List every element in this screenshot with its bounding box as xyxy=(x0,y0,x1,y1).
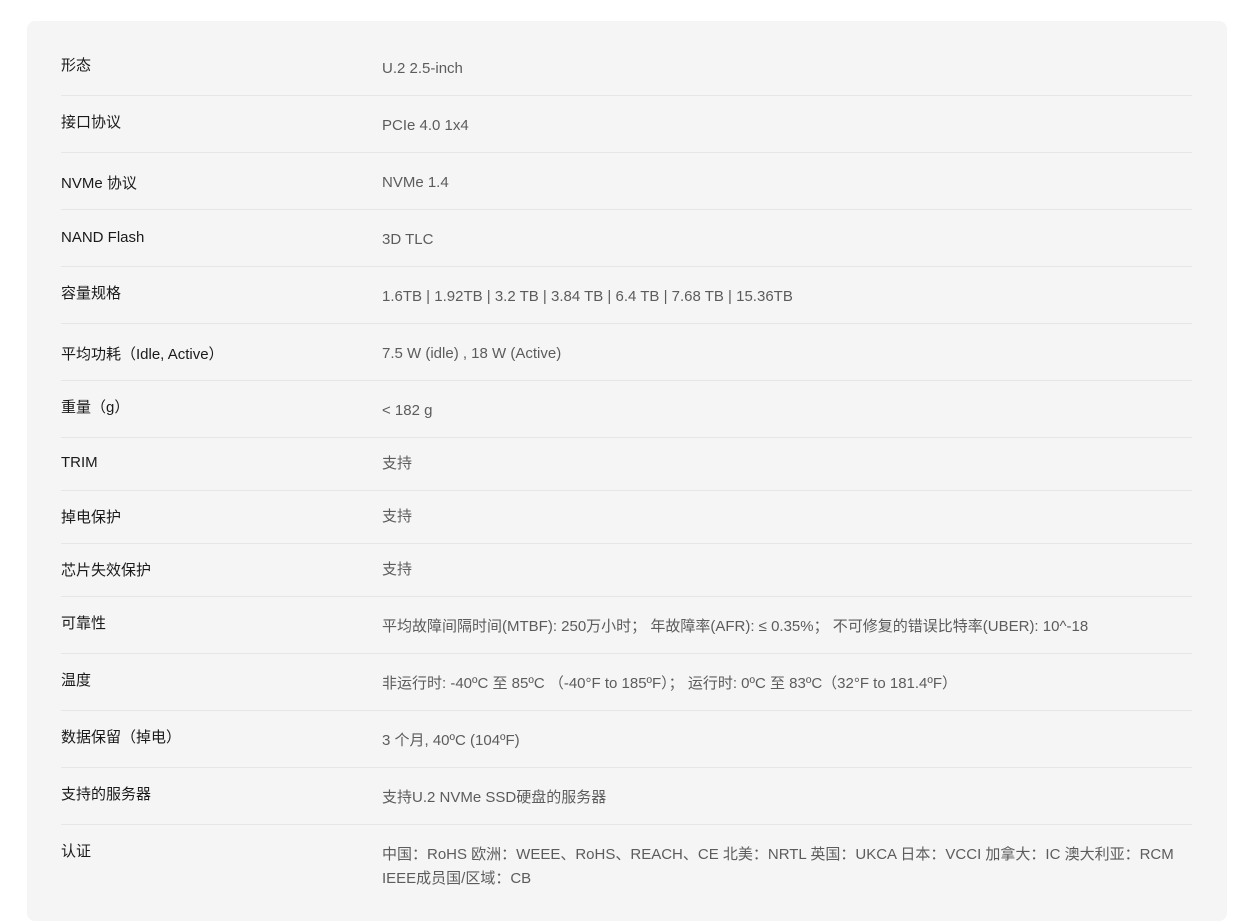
spec-row-interface: 接口协议 PCIe 4.0 1x4 xyxy=(61,96,1192,153)
spec-row-trim: TRIM 支持 xyxy=(61,438,1192,491)
spec-label: 重量（g） xyxy=(61,399,130,416)
spec-row-servers: 支持的服务器 支持U.2 NVMe SSD硬盘的服务器 xyxy=(61,768,1192,825)
spec-row-weight: 重量（g） < 182 g xyxy=(61,381,1192,438)
spec-label: 平均功耗（Idle, Active） xyxy=(61,346,224,363)
spec-value: 3 个月, 40ºC (104ºF) xyxy=(382,732,520,749)
spec-label: 温度 xyxy=(61,672,92,689)
spec-row-power-loss: 掉电保护 支持 xyxy=(61,491,1192,544)
spec-value: 3D TLC xyxy=(382,231,434,248)
spec-value: 非运行时: -40ºC 至 85ºC （-40°F to 185ºF）； 运行时… xyxy=(382,675,958,692)
spec-value: 支持 xyxy=(382,561,413,578)
spec-label: 接口协议 xyxy=(61,114,122,131)
spec-value: 中国：RoHS 欧洲：WEEE、RoHS、REACH、CE 北美：NRTL 英国… xyxy=(382,846,1174,887)
spec-value: 1.6TB | 1.92TB | 3.2 TB | 3.84 TB | 6.4 … xyxy=(382,288,793,305)
spec-row-temperature: 温度 非运行时: -40ºC 至 85ºC （-40°F to 185ºF）； … xyxy=(61,654,1192,711)
spec-label: 掉电保护 xyxy=(61,509,122,526)
spec-label: 形态 xyxy=(61,57,92,74)
spec-value: NVMe 1.4 xyxy=(382,174,449,191)
spec-label: 认证 xyxy=(61,843,92,860)
spec-row-data-retention: 数据保留（掉电） 3 个月, 40ºC (104ºF) xyxy=(61,711,1192,768)
spec-value: 支持U.2 NVMe SSD硬盘的服务器 xyxy=(382,789,607,806)
spec-label: 支持的服务器 xyxy=(61,786,152,803)
spec-row-power: 平均功耗（Idle, Active） 7.5 W (idle) , 18 W (… xyxy=(61,324,1192,381)
spec-label: NVMe 协议 xyxy=(61,175,137,192)
spec-value: 支持 xyxy=(382,455,413,472)
spec-value: PCIe 4.0 1x4 xyxy=(382,117,469,134)
spec-value: < 182 g xyxy=(382,402,433,419)
spec-value: 平均故障间隔时间(MTBF): 250万小时； 年故障率(AFR): ≤ 0.3… xyxy=(382,618,1089,635)
spec-label: 可靠性 xyxy=(61,615,107,632)
spec-row-reliability: 可靠性 平均故障间隔时间(MTBF): 250万小时； 年故障率(AFR): ≤… xyxy=(61,597,1192,654)
spec-label: TRIM xyxy=(61,454,98,471)
spec-label: 容量规格 xyxy=(61,285,122,302)
spec-row-nvme: NVMe 协议 NVMe 1.4 xyxy=(61,153,1192,210)
spec-panel: 形态 U.2 2.5-inch 接口协议 PCIe 4.0 1x4 NVMe 协… xyxy=(27,21,1227,921)
spec-row-nand: NAND Flash 3D TLC xyxy=(61,210,1192,267)
spec-label: 芯片失效保护 xyxy=(61,562,152,579)
spec-row-chip-failure: 芯片失效保护 支持 xyxy=(61,544,1192,597)
spec-row-form-factor: 形态 U.2 2.5-inch xyxy=(61,21,1192,96)
spec-value: U.2 2.5-inch xyxy=(382,60,463,77)
spec-table: 形态 U.2 2.5-inch 接口协议 PCIe 4.0 1x4 NVMe 协… xyxy=(61,21,1192,905)
spec-label: NAND Flash xyxy=(61,229,145,246)
spec-label: 数据保留（掉电） xyxy=(61,729,182,746)
spec-value: 支持 xyxy=(382,508,413,525)
spec-value: 7.5 W (idle) , 18 W (Active) xyxy=(382,345,562,362)
spec-row-certification: 认证 中国：RoHS 欧洲：WEEE、RoHS、REACH、CE 北美：NRTL… xyxy=(61,825,1192,905)
spec-row-capacity: 容量规格 1.6TB | 1.92TB | 3.2 TB | 3.84 TB |… xyxy=(61,267,1192,324)
